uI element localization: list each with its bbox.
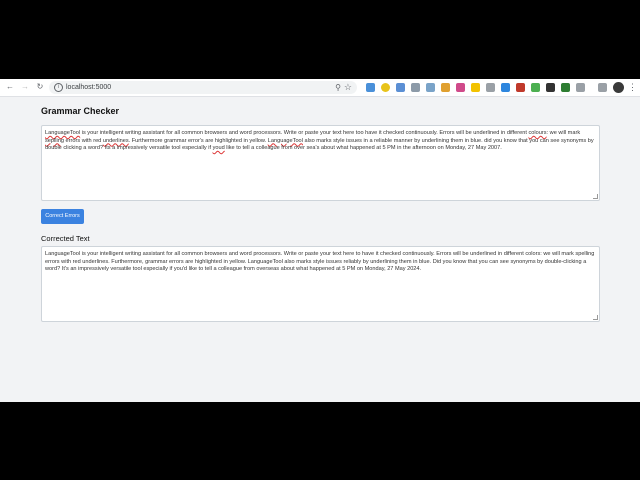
text-segment: like to tell a colleague from over sea's…: [224, 145, 502, 152]
resize-handle-icon[interactable]: [593, 194, 598, 199]
reload-icon[interactable]: ↻: [35, 82, 45, 92]
extension-icon[interactable]: [471, 83, 480, 92]
avatar[interactable]: [613, 82, 624, 93]
extension-icon[interactable]: [546, 83, 555, 92]
bookmark-star-icon[interactable]: ☆: [344, 81, 352, 94]
extension-icon[interactable]: [411, 83, 420, 92]
menu-dots-icon[interactable]: ⋮: [628, 81, 637, 94]
extension-icon[interactable]: [456, 83, 465, 92]
extension-icon[interactable]: [381, 83, 390, 92]
extension-icon[interactable]: [441, 83, 450, 92]
page-title: Grammar Checker: [41, 106, 120, 116]
corrected-textarea[interactable]: LanguageTool is your intelligent writing…: [41, 246, 600, 322]
site-info-icon[interactable]: i: [54, 83, 63, 92]
input-text[interactable]: LanguageTool is your intelligent writing…: [45, 130, 594, 151]
extension-icon[interactable]: [516, 83, 525, 92]
forward-icon[interactable]: →: [20, 82, 30, 92]
extension-icon[interactable]: [501, 83, 510, 92]
resize-handle-icon[interactable]: [593, 315, 598, 320]
zoom-icon[interactable]: ⚲: [335, 82, 341, 93]
flagged-word[interactable]: youd: [213, 145, 225, 151]
flagged-word[interactable]: underlines: [103, 138, 129, 144]
back-icon[interactable]: ←: [5, 82, 15, 92]
flagged-word[interactable]: LanguageTool: [45, 130, 80, 136]
extension-icon[interactable]: [486, 83, 495, 92]
address-bar[interactable]: i localhost:5000 ⚲ ☆: [49, 81, 357, 94]
text-segment: . Furthermore grammar error's are highli…: [128, 137, 268, 144]
flagged-word[interactable]: seplling: [45, 138, 64, 144]
extension-icon[interactable]: [366, 83, 375, 92]
text-segment: errors with red: [63, 137, 103, 144]
text-segment: : we will mark: [546, 130, 581, 136]
url-text[interactable]: localhost:5000: [66, 81, 111, 94]
browser-toolbar: ← → ↻ i localhost:5000 ⚲ ☆ ⋮: [0, 79, 640, 97]
extension-icon[interactable]: [396, 83, 405, 92]
flagged-word[interactable]: LanguageTool: [268, 138, 303, 144]
corrected-text-label: Corrected Text: [41, 234, 90, 243]
input-textarea[interactable]: LanguageTool is your intelligent writing…: [41, 125, 600, 201]
download-icon[interactable]: [561, 83, 570, 92]
correct-errors-button[interactable]: Correct Errors: [41, 209, 84, 224]
extension-icon[interactable]: [426, 83, 435, 92]
tab-search-icon[interactable]: [598, 83, 607, 92]
browser-viewport: ← → ↻ i localhost:5000 ⚲ ☆ ⋮ Grammar Che…: [0, 79, 640, 402]
puzzle-icon[interactable]: [576, 83, 585, 92]
flagged-word[interactable]: colours: [529, 130, 547, 136]
extension-icon[interactable]: [531, 83, 540, 92]
text-segment: is your intelligent writing assistant fo…: [80, 130, 529, 136]
corrected-text[interactable]: LanguageTool is your intelligent writing…: [45, 251, 594, 272]
